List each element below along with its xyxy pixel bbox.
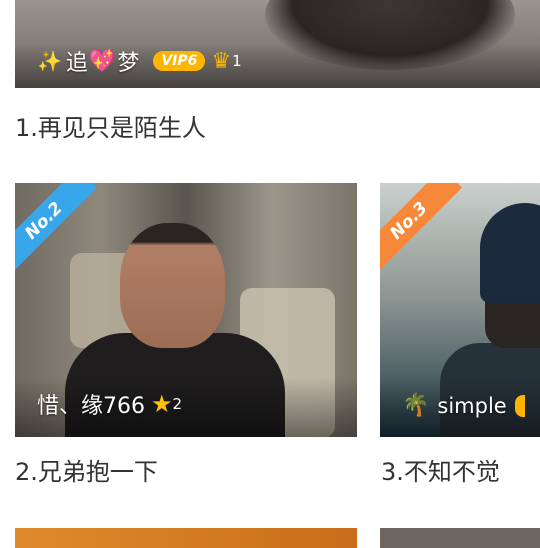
star-count: 2 [172, 395, 183, 413]
sparkle-icon: ✨ [37, 49, 62, 73]
stream-card-4[interactable] [15, 528, 357, 548]
star-icon: ★ [151, 390, 173, 418]
host-name-part2: 梦 [117, 51, 140, 76]
stream-card-1[interactable]: ✨ 追 💖 梦 VIP6 ♛ 1 [15, 0, 540, 88]
stream-card-3[interactable]: No.3 🌴 simple [380, 183, 540, 437]
card-2-caption[interactable]: 2.兄弟抱一下 [15, 452, 158, 487]
card-3-caption[interactable]: 3.不知不觉 [381, 452, 500, 487]
card-1-caption[interactable]: 1.再见只是陌生人 [15, 108, 206, 143]
stream-card-5[interactable] [380, 528, 540, 548]
rank-ribbon: No.3 [380, 183, 463, 275]
badge-icon [514, 394, 525, 417]
host-info: ✨ 追 💖 梦 VIP6 ♛ 1 [37, 45, 242, 77]
host-name: simple [437, 393, 507, 418]
host-name-part1: 追 [65, 51, 88, 76]
host-info: 🌴 simple [402, 393, 525, 418]
host-name: 惜、缘766 [37, 394, 145, 419]
crown-icon: ♛ [211, 48, 232, 74]
vip-badge: VIP6 [153, 51, 206, 71]
crown-count: 1 [232, 52, 242, 70]
palm-tree-icon: 🌴 [402, 393, 430, 418]
host-info: 惜、缘766 ★ 2 [37, 388, 182, 420]
heart-icon: 💖 [88, 48, 117, 74]
stream-card-2[interactable]: No.2 惜、缘766 ★ 2 [15, 183, 357, 437]
